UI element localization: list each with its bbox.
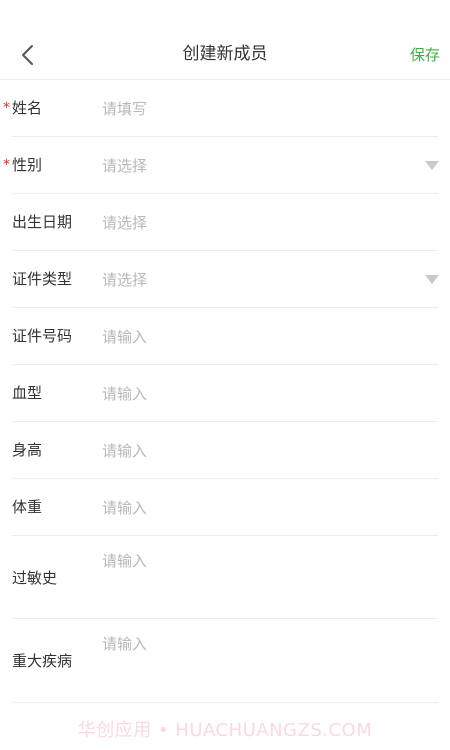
birthdate-label: 出生日期 xyxy=(12,213,73,231)
birthdate-select[interactable]: 请选择 xyxy=(102,212,147,234)
allergy-history-label: 过敏史 xyxy=(12,569,58,587)
height-row: 身高 请输入 xyxy=(0,422,450,479)
id-number-row: 证件号码 请输入 xyxy=(0,308,450,365)
required-mark: * xyxy=(3,100,10,116)
name-row: * 姓名 请填写 xyxy=(0,80,450,137)
allergy-history-textarea[interactable]: 请输入 xyxy=(102,550,147,572)
weight-input[interactable]: 请输入 xyxy=(102,497,147,519)
height-input[interactable]: 请输入 xyxy=(102,440,147,462)
major-illness-label: 重大疾病 xyxy=(12,652,73,670)
birthdate-row: 出生日期 请选择 xyxy=(0,194,450,251)
id-type-select[interactable]: 请选择 xyxy=(102,269,147,291)
nav-header: 创建新成员 保存 xyxy=(0,0,450,80)
blood-type-row: 血型 请输入 xyxy=(0,365,450,422)
blood-type-label: 血型 xyxy=(12,384,43,402)
major-illness-row: 重大疾病 请输入 xyxy=(0,619,450,703)
id-type-label: 证件类型 xyxy=(12,270,73,288)
blood-type-input[interactable]: 请输入 xyxy=(102,383,147,405)
divider xyxy=(12,702,438,703)
id-number-label: 证件号码 xyxy=(12,327,73,345)
watermark: 华创应用 • HUACHUANGZS.COM xyxy=(77,720,373,741)
gender-row: * 性别 请选择 xyxy=(0,137,450,194)
triangle-down-icon[interactable] xyxy=(425,161,439,170)
weight-row: 体重 请输入 xyxy=(0,479,450,536)
gender-select[interactable]: 请选择 xyxy=(102,155,147,177)
required-mark: * xyxy=(3,157,10,173)
triangle-down-icon[interactable] xyxy=(425,275,439,284)
create-member-page: 创建新成员 保存 * 姓名 请填写 * 性别 请选择 出生日期 请选择 证件类型… xyxy=(0,0,450,750)
id-number-input[interactable]: 请输入 xyxy=(102,326,147,348)
gender-label: 性别 xyxy=(12,156,43,174)
allergy-history-row: 过敏史 请输入 xyxy=(0,536,450,619)
height-label: 身高 xyxy=(12,441,43,459)
major-illness-textarea[interactable]: 请输入 xyxy=(102,633,147,655)
weight-label: 体重 xyxy=(12,498,43,516)
name-input[interactable]: 请填写 xyxy=(102,98,147,120)
page-title: 创建新成员 xyxy=(182,44,268,64)
save-button[interactable]: 保存 xyxy=(410,44,440,66)
name-label: 姓名 xyxy=(12,99,43,117)
id-type-row: 证件类型 请选择 xyxy=(0,251,450,308)
